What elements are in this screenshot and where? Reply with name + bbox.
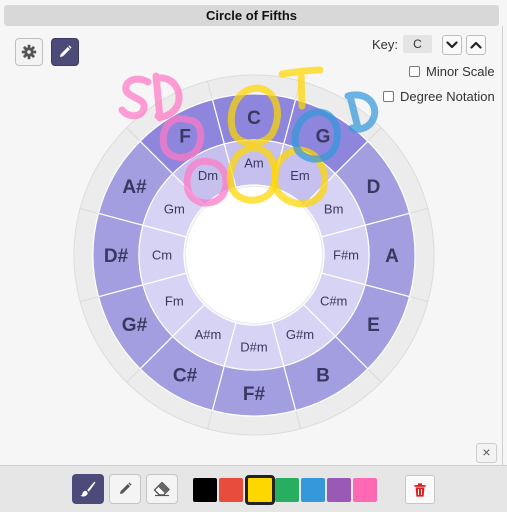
minor-key-label-bm: Bm — [324, 202, 344, 217]
minor-key-label-em: Em — [290, 168, 310, 183]
brush-icon — [80, 481, 96, 497]
major-key-label-g: G — [316, 126, 331, 147]
pencil-tool-button[interactable] — [109, 474, 141, 504]
minor-key-label-f-sharpm: F#m — [333, 248, 359, 263]
eraser-icon — [153, 481, 170, 497]
minor-key-label-am: Am — [244, 156, 264, 171]
major-key-label-f-sharp: F# — [243, 384, 266, 405]
color-swatch[interactable] — [193, 478, 217, 502]
clear-drawing-button[interactable] — [405, 475, 435, 504]
minor-key-label-a-sharpm: A#m — [195, 327, 222, 342]
minor-key-label-d-sharpm: D#m — [240, 340, 267, 355]
drawing-toolbar — [0, 465, 507, 512]
major-key-label-c: C — [247, 108, 261, 129]
major-key-label-d: D — [367, 177, 381, 198]
major-key-label-b: B — [316, 366, 330, 387]
major-key-label-e: E — [367, 315, 380, 336]
major-key-label-d-sharp: D# — [104, 246, 129, 267]
circle-of-fifths-app: Circle of Fifths Key: C Minor Scale Degr… — [0, 0, 507, 512]
circle-of-fifths-wheel[interactable]: C G D A E B F# C# G# D# A# F Am Em Bm F#m C#m G#m D#m A#m Fm… — [0, 0, 507, 465]
wheel-center — [186, 187, 322, 323]
minor-key-label-c-sharpm: C#m — [320, 294, 347, 309]
brush-tool-button[interactable] — [72, 474, 104, 504]
minor-key-label-cm: Cm — [152, 248, 172, 263]
color-swatch[interactable] — [245, 475, 275, 505]
major-key-label-f: F — [179, 126, 191, 147]
annotation-sd-s — [118, 75, 152, 120]
minor-key-label-fm: Fm — [165, 294, 184, 309]
major-key-label-c-sharp: C# — [173, 366, 198, 387]
color-swatch[interactable] — [353, 478, 377, 502]
major-key-label-a-sharp: A# — [122, 177, 147, 198]
pencil-icon — [120, 482, 132, 494]
minor-key-label-dm: Dm — [198, 168, 218, 183]
major-key-label-a: A — [385, 246, 399, 267]
trash-icon — [414, 482, 426, 497]
color-swatch[interactable] — [219, 478, 243, 502]
color-swatch[interactable] — [275, 478, 299, 502]
close-button[interactable]: × — [476, 443, 497, 463]
minor-key-label-gm: Gm — [164, 202, 185, 217]
major-key-label-g-sharp: G# — [122, 315, 148, 336]
color-swatch[interactable] — [301, 478, 325, 502]
minor-key-label-g-sharpm: G#m — [286, 327, 314, 342]
color-swatch[interactable] — [327, 478, 351, 502]
eraser-tool-button[interactable] — [146, 474, 178, 504]
